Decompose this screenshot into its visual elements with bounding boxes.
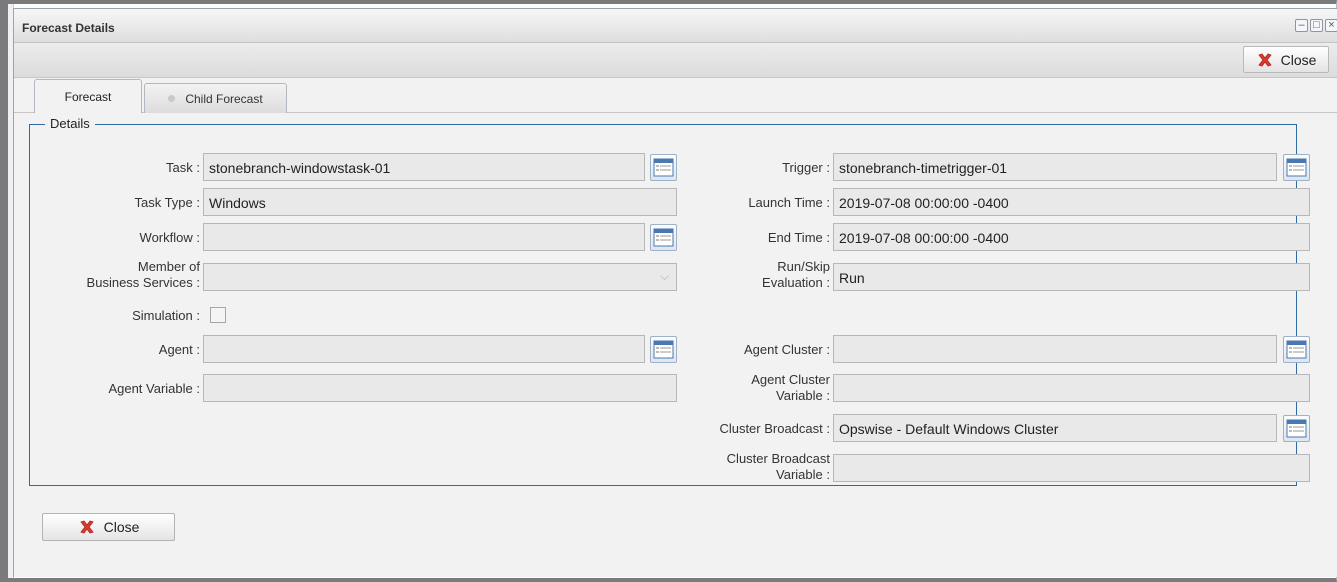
agent-field[interactable]: [203, 335, 645, 363]
simulation-checkbox[interactable]: [210, 307, 226, 323]
tab-strip: Forecast Child Forecast: [34, 79, 289, 113]
maximize-icon[interactable]: □: [1310, 19, 1323, 32]
footer-close-button[interactable]: Close: [42, 513, 175, 541]
workflow-label: Workflow :: [139, 230, 200, 245]
agent-cluster-label: Agent Cluster :: [744, 342, 830, 357]
end-time-field[interactable]: 2019-07-08 00:00:00 -0400: [833, 223, 1310, 251]
close-x-icon: [1257, 53, 1272, 66]
agent-variable-field[interactable]: [203, 374, 677, 402]
task-type-label: Task Type :: [134, 195, 200, 210]
window-titlebar[interactable]: Forecast Details – □ ×: [14, 9, 1337, 43]
simulation-label: Simulation :: [132, 308, 200, 323]
window-title: Forecast Details: [22, 21, 115, 35]
trigger-label: Trigger :: [782, 160, 830, 175]
business-services-select[interactable]: [203, 263, 677, 291]
launch-time-field[interactable]: 2019-07-08 00:00:00 -0400: [833, 188, 1310, 216]
agent-details-icon[interactable]: [650, 336, 677, 363]
tab-child-forecast-label: Child Forecast: [185, 91, 263, 106]
window-controls: – □ ×: [1295, 19, 1337, 32]
task-label: Task :: [166, 160, 200, 175]
footer-close-label: Close: [103, 519, 140, 535]
agent-cluster-details-icon[interactable]: [1283, 336, 1310, 363]
close-icon[interactable]: ×: [1325, 19, 1337, 32]
cluster-broadcast-field[interactable]: Opswise - Default Windows Cluster: [833, 414, 1277, 442]
task-details-icon[interactable]: [650, 154, 677, 181]
cluster-broadcast-variable-field[interactable]: [833, 454, 1310, 482]
details-legend: Details: [45, 116, 95, 131]
trigger-details-icon[interactable]: [1283, 154, 1310, 181]
agent-cluster-variable-label: Agent Cluster Variable :: [751, 372, 830, 403]
workflow-details-icon[interactable]: [650, 224, 677, 251]
agent-cluster-variable-field[interactable]: [833, 374, 1310, 402]
tab-child-forecast[interactable]: Child Forecast: [144, 83, 287, 113]
toolbar-close-button[interactable]: Close: [1243, 46, 1329, 73]
minimize-icon[interactable]: –: [1295, 19, 1308, 32]
agent-cluster-field[interactable]: [833, 335, 1277, 363]
tab-forecast[interactable]: Forecast: [34, 79, 142, 113]
task-field[interactable]: stonebranch-windowstask-01: [203, 153, 645, 181]
toolbar-close-label: Close: [1280, 51, 1317, 68]
cluster-broadcast-variable-label: Cluster Broadcast Variable :: [726, 451, 830, 482]
agent-label: Agent :: [158, 342, 200, 357]
task-type-field[interactable]: Windows: [203, 188, 677, 216]
toolbar: Close: [14, 43, 1337, 78]
agent-variable-label: Agent Variable :: [108, 381, 200, 396]
cluster-broadcast-label: Cluster Broadcast :: [719, 421, 830, 436]
launch-time-label: Launch Time :: [748, 195, 830, 210]
member-of-business-services-label: Member of Business Services :: [86, 259, 200, 290]
trigger-field[interactable]: stonebranch-timetrigger-01: [833, 153, 1277, 181]
cluster-broadcast-details-icon[interactable]: [1283, 415, 1310, 442]
run-skip-evaluation-label: Run/Skip Evaluation :: [762, 259, 830, 290]
tab-forecast-label: Forecast: [64, 89, 112, 104]
close-x-icon: [79, 520, 94, 534]
status-dot-icon: [168, 95, 176, 102]
end-time-label: End Time :: [767, 230, 830, 245]
workflow-field[interactable]: [203, 223, 645, 251]
run-skip-evaluation-field[interactable]: Run: [833, 263, 1310, 291]
